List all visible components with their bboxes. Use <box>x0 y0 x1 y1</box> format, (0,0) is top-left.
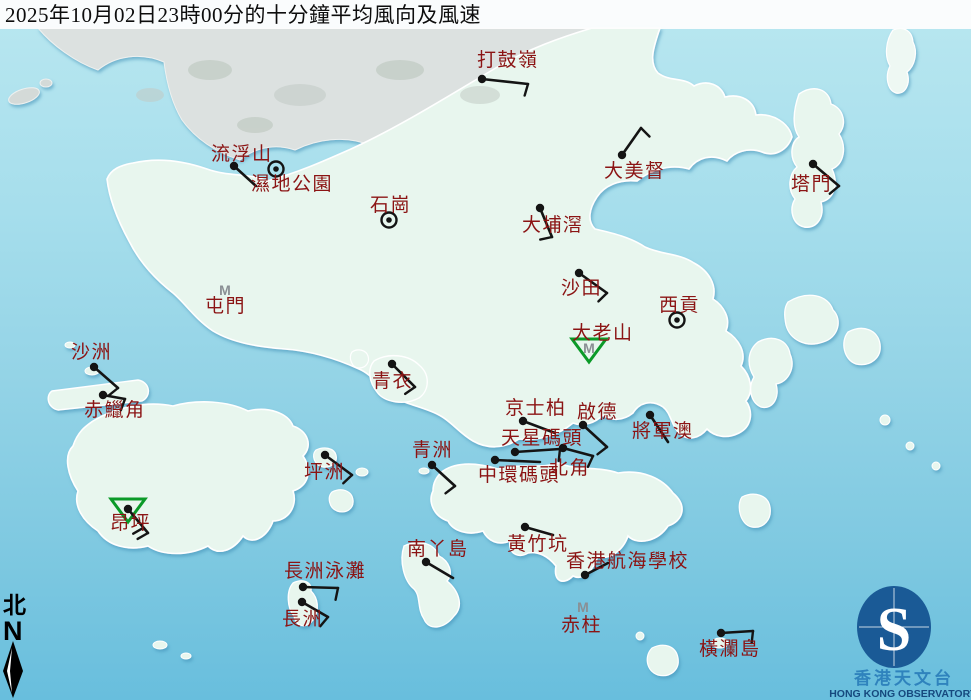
hko-wind-map: MMM 打鼓嶺流浮山濕地公園石崗大美督塔門大埔滘沙田西貢大老山屯門沙洲赤鱲角青衣… <box>0 0 971 700</box>
port-shelter-islet-2 <box>906 442 914 450</box>
station-label-kai-tak: 啟德 <box>577 401 618 423</box>
calm-inner-dot-icon <box>386 217 392 223</box>
hko-logo-name-en: HONG KONG OBSERVATORY <box>829 688 971 700</box>
wind-shaft <box>303 587 338 588</box>
hko-logo-monogram: S <box>877 596 911 664</box>
station-label-wetland-park: 濕地公園 <box>251 173 333 195</box>
station-dot <box>581 571 589 579</box>
station-dot <box>388 360 396 368</box>
station-label-hk-sea-school: 香港航海學校 <box>566 550 689 572</box>
missing-data-m-icon: M <box>577 599 589 615</box>
green-island-islet <box>419 468 429 474</box>
station-label-sha-tin: 沙田 <box>561 278 602 299</box>
station-label-shek-kong: 石崗 <box>370 194 411 216</box>
calm-inner-dot-icon <box>674 317 680 323</box>
station-dot <box>646 411 654 419</box>
station-stanley[interactable]: M <box>577 599 589 615</box>
station-label-chek-lap-kok: 赤鱲角 <box>84 399 146 421</box>
station-dot <box>299 583 307 591</box>
station-label-peng-chau: 坪洲 <box>304 461 345 483</box>
station-dot <box>428 461 436 469</box>
compass-label-zh: 北 <box>3 592 26 618</box>
station-label-tsing-yi: 青衣 <box>372 370 413 392</box>
map-canvas: MMM 打鼓嶺流浮山濕地公園石崗大美督塔門大埔滘沙田西貢大老山屯門沙洲赤鱲角青衣… <box>0 0 971 700</box>
soko-islet-1 <box>153 641 167 649</box>
station-dot <box>521 523 529 531</box>
station-dot <box>478 75 486 83</box>
station-label-lamma-island: 南丫島 <box>407 538 469 560</box>
station-label-green-island: 青洲 <box>412 439 453 461</box>
port-shelter-islet-1 <box>880 415 890 425</box>
station-label-ngong-ping: 昂坪 <box>110 512 151 534</box>
station-label-tseung-kwan-o: 將軍澳 <box>632 420 694 442</box>
tung-lung-chau <box>739 494 770 527</box>
station-label-waglan-island: 橫瀾島 <box>699 638 761 660</box>
station-label-kings-park: 京士柏 <box>505 397 567 419</box>
station-label-tai-po-kau: 大埔滘 <box>522 214 584 236</box>
hei-ling-chau <box>329 490 353 512</box>
station-label-stanley: 赤柱 <box>561 614 602 636</box>
station-label-tai-mei-tuk: 大美督 <box>604 160 666 182</box>
station-dot <box>90 363 98 371</box>
calm-inner-dot-icon <box>273 166 279 172</box>
hko-logo-name-zh: 香港天文台 <box>854 668 954 688</box>
station-dot <box>99 391 107 399</box>
station-label-star-ferry: 天星碼頭 <box>501 428 583 449</box>
station-dot <box>298 598 306 606</box>
station-dot <box>491 456 499 464</box>
station-dot <box>717 629 725 637</box>
po-toi-island <box>647 645 678 675</box>
port-shelter-islet-3 <box>932 462 940 470</box>
beaufort-islet <box>636 632 644 640</box>
station-dot <box>809 160 817 168</box>
station-label-tuen-mun: 屯門 <box>205 295 246 317</box>
ma-wan-island <box>350 350 368 368</box>
station-label-wong-chuk-hang: 黃竹坑 <box>507 533 569 555</box>
sai-kung-island-b <box>844 328 880 364</box>
station-label-tates-cairn: 大老山 <box>572 322 634 344</box>
station-label-sai-kung: 西貢 <box>659 295 700 316</box>
station-label-central-pier: 中環碼頭 <box>478 464 560 486</box>
kau-yi-chau-islet <box>356 468 368 476</box>
station-dot <box>575 269 583 277</box>
soko-islet-2 <box>181 653 191 659</box>
deep-bay-islet <box>40 79 52 87</box>
station-label-cheung-chau: 長洲 <box>282 609 323 630</box>
station-label-cheung-chau-beach: 長洲泳灘 <box>284 560 366 582</box>
station-dot <box>536 204 544 212</box>
map-title: 2025年10月02日23時00分的十分鐘平均風向及風速 <box>5 3 481 27</box>
station-dot <box>511 448 519 456</box>
station-dot <box>124 505 132 513</box>
station-dot <box>618 151 626 159</box>
station-dot <box>321 451 329 459</box>
station-label-sha-chau: 沙洲 <box>71 342 112 363</box>
compass-label-n: N <box>3 616 23 646</box>
station-label-ta-kwu-ling: 打鼓嶺 <box>477 49 539 71</box>
station-label-tap-mun: 塔門 <box>791 173 832 195</box>
station-label-lau-fau-shan: 流浮山 <box>211 143 273 165</box>
